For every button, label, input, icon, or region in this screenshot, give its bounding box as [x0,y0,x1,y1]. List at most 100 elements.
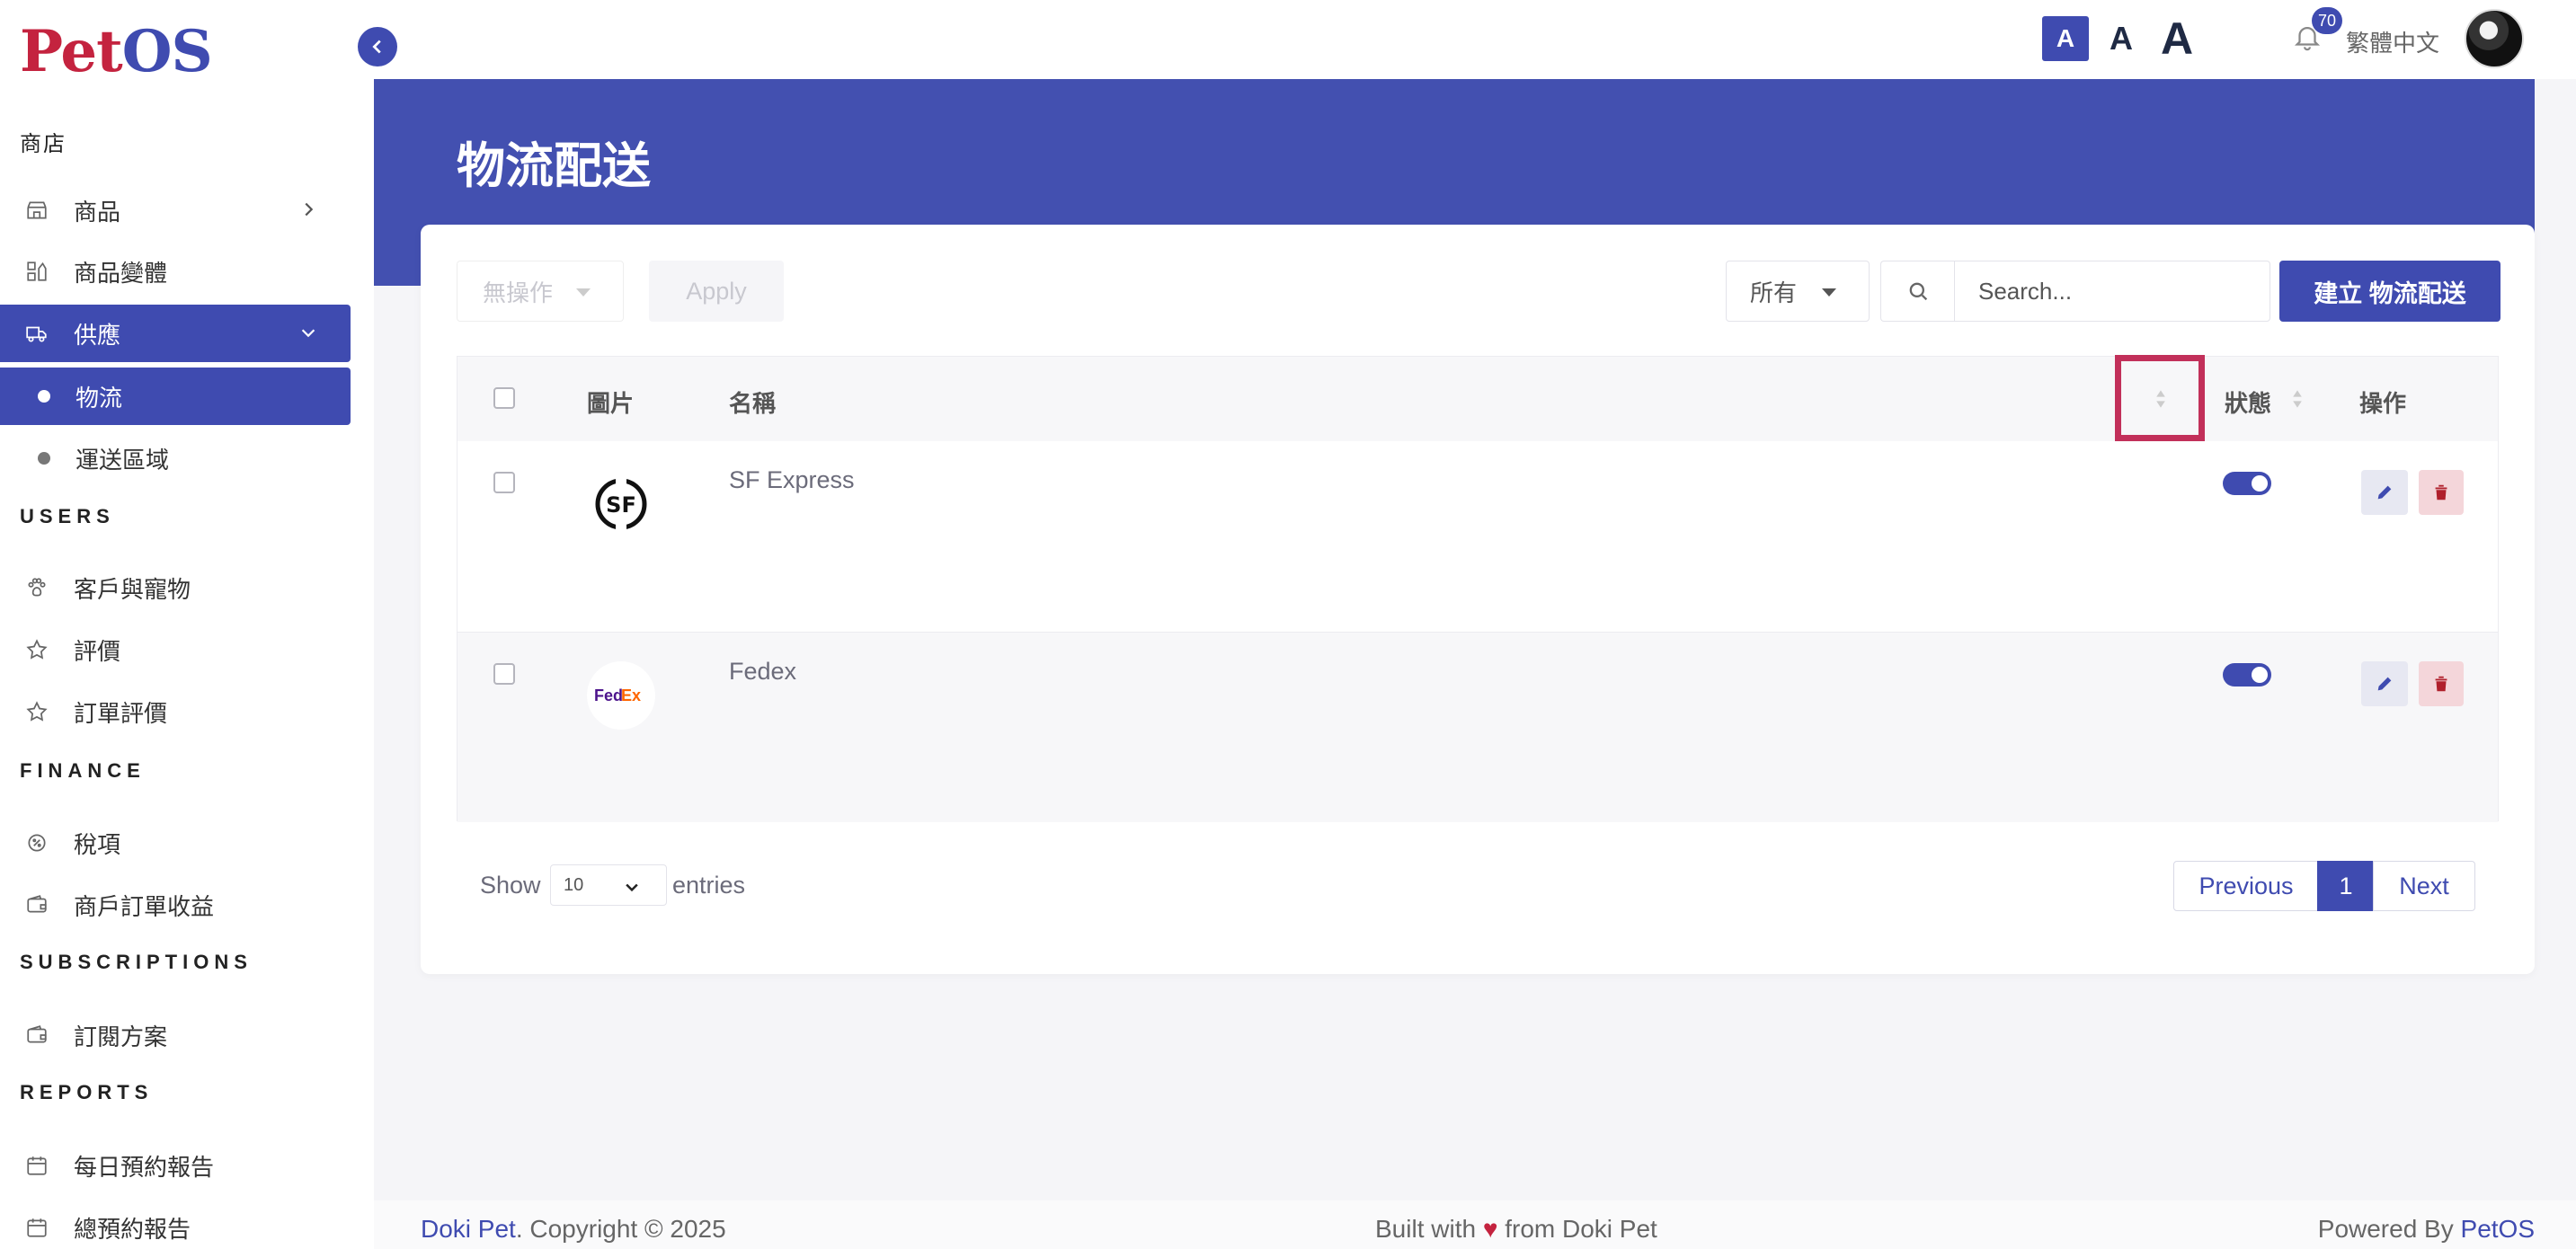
shipping-table: 圖片 名稱 狀態 操作 SF SF Express Fed Ex Fedex [457,355,2499,822]
sidebar-subitem-shipping-zones[interactable]: 運送區域 [0,430,351,487]
sidebar-item-order-reviews[interactable]: 訂單評價 [0,683,351,740]
store-icon [25,199,49,222]
chevron-right-icon [305,202,314,217]
bullet-dot [38,452,50,465]
tax-icon [25,831,49,855]
footer-copyright: Doki Pet. Copyright © 2025 [421,1215,726,1243]
sidebar-subitem-label: 運送區域 [76,446,170,474]
create-shipping-button[interactable]: 建立 物流配送 [2279,261,2500,322]
shipping-name: SF Express [729,466,855,493]
sidebar-item-label: 總預約報告 [74,1215,191,1243]
sidebar-item-supply[interactable]: 供應 [0,305,351,362]
svg-text:Fed: Fed [594,687,623,704]
top-bar [374,0,2576,79]
sidebar-item-reviews[interactable]: 評價 [0,621,351,678]
section-users: USERS [20,505,115,527]
pagination-page-1[interactable]: 1 [2317,861,2375,911]
fedex-logo: Fed Ex [587,661,655,730]
sidebar-collapse-button[interactable] [358,27,397,66]
shipping-name: Fedex [729,658,797,685]
header-actions: 操作 [2359,390,2407,417]
row-checkbox[interactable] [493,663,515,685]
page-size-value: 10 [564,874,584,895]
sidebar-item-variants[interactable]: 商品變體 [0,243,351,300]
page-size-select[interactable]: 10 [550,864,667,906]
star-icon [25,700,49,723]
wallet-icon [25,893,49,917]
sidebar-item-label: 每日預約報告 [74,1153,215,1181]
edit-button[interactable] [2361,661,2408,706]
status-filter-select[interactable]: 所有 [1726,261,1870,322]
sidebar-subitem-label: 物流 [76,384,123,412]
table-row: Fed Ex Fedex [457,632,2498,822]
language-selector[interactable]: 繁體中文 [2346,25,2439,58]
sidebar-item-label: 商戶訂單收益 [74,892,215,920]
search-icon [1909,282,1927,301]
select-all-checkbox[interactable] [493,387,515,409]
footer-petos-link[interactable]: PetOS [2461,1215,2535,1243]
sidebar-item-merchant-revenue[interactable]: 商戶訂單收益 [0,876,351,934]
search-input[interactable] [1954,261,2270,322]
row-checkbox[interactable] [493,472,515,493]
apply-button[interactable]: Apply [649,261,784,322]
page-title: 物流配送 [457,139,651,193]
footer-brand-link[interactable]: Doki Pet [421,1215,516,1243]
calendar-icon [25,1154,49,1177]
font-size-large-button[interactable]: A [2155,13,2198,64]
sidebar-item-label: 商品 [74,198,121,226]
show-label: Show [480,872,541,899]
font-size-small-button[interactable]: A [2042,16,2089,61]
sidebar-item-customers-pets[interactable]: 客戶與寵物 [0,559,351,616]
chevron-left-icon [372,40,381,54]
edit-button[interactable] [2361,470,2408,515]
sidebar-item-label: 商品變體 [74,259,168,287]
section-store: 商店 [20,132,67,156]
svg-text:Ex: Ex [621,687,641,704]
sidebar-item-tax[interactable]: 稅項 [0,814,351,872]
table-header: 圖片 名稱 狀態 操作 [457,355,2498,441]
sort-column-highlight [2115,355,2205,441]
bulk-action-value: 無操作 [483,279,554,306]
trash-icon [2435,676,2447,692]
pagination-next[interactable]: Next [2373,861,2475,911]
wallet-icon [25,1023,49,1047]
bulk-action-select[interactable]: 無操作 [457,261,624,322]
bullet-dot [38,390,50,403]
petos-logo[interactable]: PetOS [20,18,213,85]
status-toggle[interactable] [2223,663,2271,687]
sidebar-item-subscription-plans[interactable]: 訂閱方案 [0,1006,351,1064]
header-status[interactable]: 狀態 [2225,385,2271,419]
section-finance: FINANCE [20,759,146,782]
sidebar: PetOS 商店 商品 商品變體 供應 物流 運送區域 USERS 客戶與寵物 [0,0,374,1249]
paw-icon [25,576,49,599]
table-row: SF SF Express [457,441,2498,632]
delete-button[interactable] [2419,470,2464,515]
footer-powered-by: Powered By PetOS [2317,1215,2535,1243]
sidebar-item-products[interactable]: 商品 [0,182,351,239]
sort-icon[interactable] [2291,388,2304,410]
sidebar-item-label: 訂單評價 [74,699,168,727]
header-image: 圖片 [587,390,635,417]
pencil-icon [2377,677,2392,691]
sidebar-item-total-report[interactable]: 總預約報告 [0,1199,351,1249]
entries-label: entries [672,872,746,899]
status-toggle[interactable] [2223,472,2271,495]
pagination-previous[interactable]: Previous [2173,861,2319,911]
footer-built-with: Built with ♥ from Doki Pet [1375,1215,1657,1243]
variant-icon [25,260,49,283]
heart-icon: ♥ [1482,1215,1498,1243]
sidebar-item-daily-report[interactable]: 每日預約報告 [0,1137,351,1194]
caret-down-icon [1822,288,1836,297]
header-name[interactable]: 名稱 [729,385,776,419]
content-card: 無操作 Apply 所有 建立 物流配送 圖片 名稱 狀態 操作 [421,225,2535,974]
sidebar-item-label: 供應 [74,321,121,349]
avatar[interactable] [2465,9,2524,68]
calendar-icon [25,1216,49,1239]
sidebar-subitem-logistics[interactable]: 物流 [0,368,351,425]
pencil-icon [2377,485,2392,500]
font-size-medium-button[interactable]: A [2103,16,2139,61]
chevron-down-icon [301,329,315,338]
section-subscriptions: SUBSCRIPTIONS [20,951,253,973]
delete-button[interactable] [2419,661,2464,706]
svg-text:SF: SF [606,492,636,518]
